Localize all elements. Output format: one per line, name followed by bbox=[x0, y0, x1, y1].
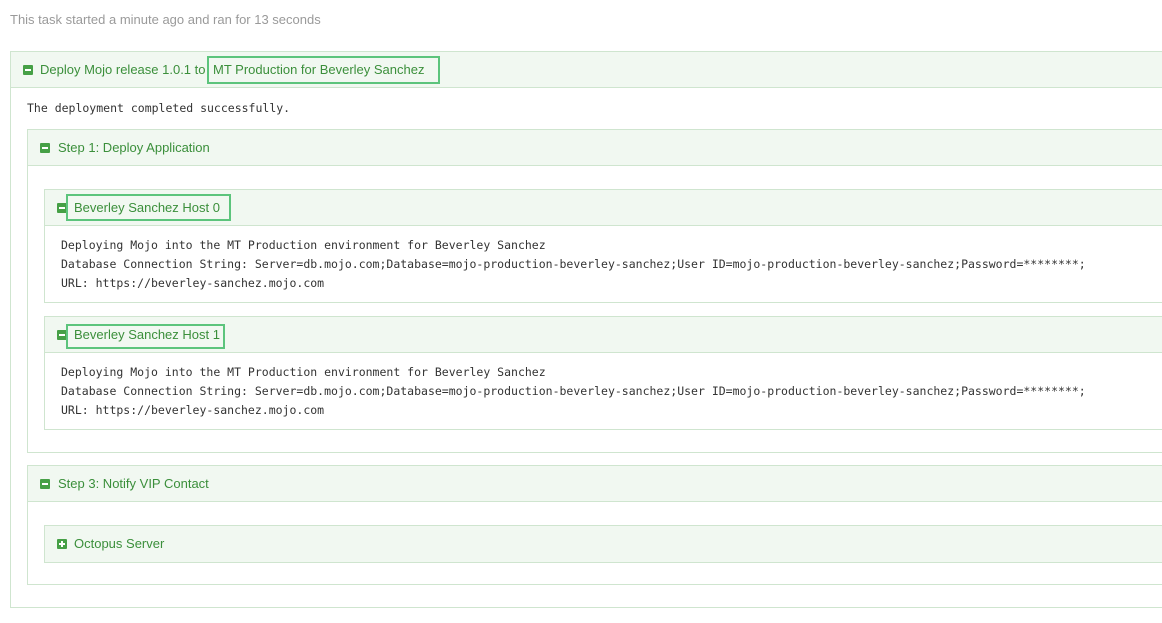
log-line: Deploying Mojo into the MT Production en… bbox=[61, 238, 546, 252]
minus-square-icon[interactable] bbox=[23, 65, 33, 75]
host-0-header[interactable]: Beverley Sanchez Host 0 bbox=[45, 190, 1162, 226]
host-panel-host-1: Beverley Sanchez Host 1 Deploying Mojo i… bbox=[44, 316, 1162, 430]
host-1-header[interactable]: Beverley Sanchez Host 1 bbox=[45, 317, 1162, 353]
step-panel-deploy-application: Step 1: Deploy Application Beverley Sanc… bbox=[27, 129, 1162, 453]
task-summary: This task started a minute ago and ran f… bbox=[10, 12, 321, 27]
host-0-highlight-box bbox=[66, 194, 231, 221]
step-3-header[interactable]: Step 3: Notify VIP Contact bbox=[28, 466, 1162, 502]
log-line: Database Connection String: Server=db.mo… bbox=[61, 257, 1086, 271]
deployment-panel-header[interactable]: Deploy Mojo release 1.0.1 to MT Producti… bbox=[11, 52, 1162, 88]
minus-square-icon[interactable] bbox=[40, 479, 50, 489]
log-line: URL: https://beverley-sanchez.mojo.com bbox=[61, 403, 325, 417]
minus-square-icon[interactable] bbox=[40, 143, 50, 153]
step-3-title: Step 3: Notify VIP Contact bbox=[58, 476, 209, 491]
octopus-server-header[interactable]: Octopus Server bbox=[45, 526, 1162, 562]
log-line: URL: https://beverley-sanchez.mojo.com bbox=[61, 276, 325, 290]
deployment-title-prefix: Deploy Mojo release 1.0.1 to bbox=[40, 62, 206, 77]
step-panel-notify-vip-contact: Step 3: Notify VIP Contact Octopus Serve… bbox=[27, 465, 1162, 585]
deployment-panel: Deploy Mojo release 1.0.1 to MT Producti… bbox=[10, 51, 1162, 608]
host-1-highlight-box bbox=[66, 324, 225, 349]
host-panel-host-0: Beverley Sanchez Host 0 Deploying Mojo i… bbox=[44, 189, 1162, 303]
log-line: Deploying Mojo into the MT Production en… bbox=[61, 365, 546, 379]
deployment-result: The deployment completed successfully. bbox=[27, 101, 291, 115]
step-1-title: Step 1: Deploy Application bbox=[58, 140, 210, 155]
host-panel-octopus-server: Octopus Server bbox=[44, 525, 1162, 563]
plus-square-icon[interactable] bbox=[57, 539, 67, 549]
step-1-header[interactable]: Step 1: Deploy Application bbox=[28, 130, 1162, 166]
log-line: Database Connection String: Server=db.mo… bbox=[61, 384, 1086, 398]
environment-highlight-box bbox=[207, 56, 440, 84]
octopus-server-name: Octopus Server bbox=[74, 536, 165, 551]
